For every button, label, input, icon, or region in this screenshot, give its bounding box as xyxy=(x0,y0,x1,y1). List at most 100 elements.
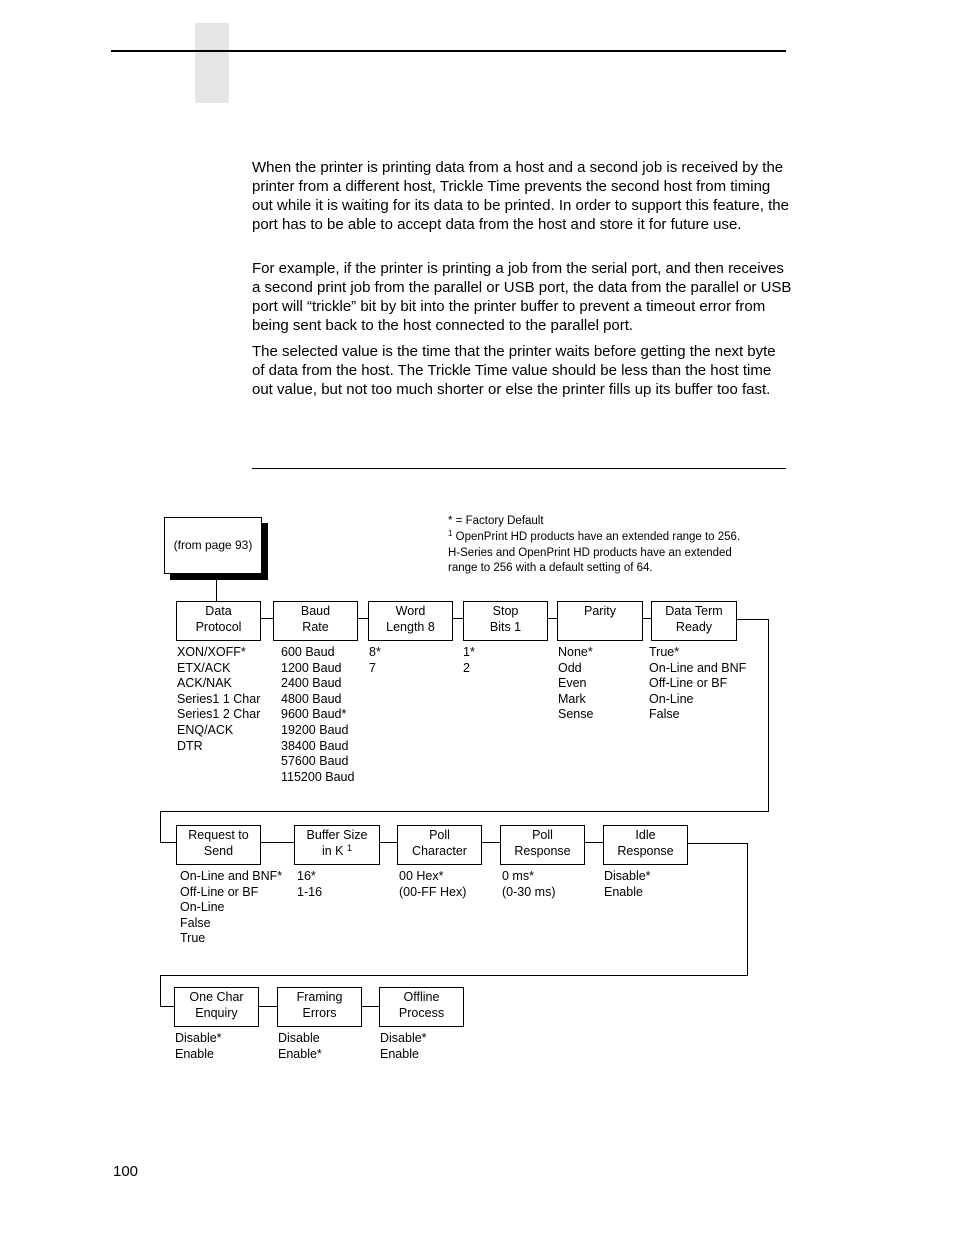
menu-box-poll-character: Poll Character xyxy=(397,825,482,865)
menu-box-data-protocol: Data Protocol xyxy=(176,601,261,641)
option-item: Disable xyxy=(278,1031,320,1045)
option-item: 1200 Baud xyxy=(281,660,342,675)
option-item: Enable* xyxy=(278,1046,322,1061)
menu-box-title: Send xyxy=(203,843,234,858)
option-item: 4800 Baud xyxy=(281,691,342,706)
option-item: 2400 Baud xyxy=(281,676,342,691)
menu-box-title: Length 8 xyxy=(386,619,435,634)
menu-box-title: Word xyxy=(395,604,426,618)
option-item: Series1 2 Char xyxy=(177,707,261,722)
options-data-term-ready: True* On-Line and BNF Off-Line or BF On-… xyxy=(649,645,746,723)
options-stop-bits: 1* 2 xyxy=(463,645,475,676)
menu-box-request-to-send: Request to Send xyxy=(176,825,261,865)
menu-box-buffer-size: Buffer Size in K 1 xyxy=(294,825,380,865)
menu-box-one-char-enquiry: One Char Enquiry xyxy=(174,987,259,1027)
option-item: Series1 1 Char xyxy=(177,691,261,706)
connector-line xyxy=(380,842,397,843)
footnote-1: 1 OpenPrint HD products have an extended… xyxy=(448,528,778,546)
menu-box-title: Data xyxy=(205,604,232,618)
menu-box-data-term-ready: Data Term Ready xyxy=(651,601,737,641)
option-item: ACK/NAK xyxy=(177,676,232,691)
from-page-box: (from page 93) xyxy=(164,517,262,574)
option-item: 57600 Baud xyxy=(281,754,349,769)
option-item: 9600 Baud* xyxy=(281,707,347,722)
option-item: 600 Baud xyxy=(281,645,335,659)
paragraph-trickle-value: The selected value is the time that the … xyxy=(252,343,776,398)
menu-box-title: Rate xyxy=(302,619,329,634)
menu-box-word-length: Word Length 8 xyxy=(368,601,453,641)
footnote-line: OpenPrint HD products have an extended r… xyxy=(455,530,741,543)
menu-box-title: Bits 1 xyxy=(489,619,522,634)
menu-box-title: Idle xyxy=(635,828,656,842)
menu-box-title: Offline xyxy=(403,990,440,1004)
menu-box-parity: Parity xyxy=(557,601,643,641)
paragraph-trickle-intro: When the printer is printing data from a… xyxy=(252,159,789,233)
section-rule xyxy=(252,468,786,469)
connector-line xyxy=(687,843,748,844)
options-buffer-size: 16* 1-16 xyxy=(297,869,322,900)
menu-box-offline-process: Offline Process xyxy=(379,987,464,1027)
option-item: Enable xyxy=(380,1046,419,1061)
option-item: 115200 Baud xyxy=(281,769,355,784)
options-baud-rate: 600 Baud 1200 Baud 2400 Baud 4800 Baud 9… xyxy=(281,645,354,785)
option-item: 1* xyxy=(463,645,475,659)
option-item: 16* xyxy=(297,869,316,883)
menu-box-title: Request to xyxy=(188,828,249,842)
option-item: None* xyxy=(558,645,593,659)
menu-box-title: Buffer Size xyxy=(306,828,368,842)
option-item: True* xyxy=(649,645,680,659)
footnote-mark: 1 xyxy=(347,842,353,853)
option-item: On-Line and BNF xyxy=(649,660,747,675)
menu-box-baud-rate: Baud Rate xyxy=(273,601,358,641)
option-item: 00 Hex* xyxy=(399,869,444,883)
options-poll-response: 0 ms* (0-30 ms) xyxy=(502,869,555,900)
menu-box-title: in K xyxy=(321,843,344,858)
option-item: On-Line xyxy=(649,691,694,706)
option-item: ENQ/ACK xyxy=(177,722,234,737)
options-poll-character: 00 Hex* (00-FF Hex) xyxy=(399,869,466,900)
connector-line xyxy=(481,842,500,843)
option-item: Even xyxy=(558,676,587,691)
options-idle-response: Disable* Enable xyxy=(604,869,651,900)
connector-line xyxy=(768,619,769,812)
option-item: False xyxy=(180,915,211,930)
connector-line xyxy=(160,975,748,976)
option-item: (00-FF Hex) xyxy=(399,884,467,899)
connector-line xyxy=(361,1006,379,1007)
connector-line xyxy=(160,811,161,843)
option-item: 2 xyxy=(463,660,470,675)
option-item: Off-Line or BF xyxy=(180,884,259,899)
footnote-line: range to 256 with a default setting of 6… xyxy=(448,562,653,575)
menu-box-title: Errors xyxy=(302,1005,337,1020)
menu-box-title: Stop xyxy=(492,604,519,618)
option-item: Disable* xyxy=(175,1031,222,1045)
option-item: Mark xyxy=(558,691,586,706)
options-one-char-enquiry: Disable* Enable xyxy=(175,1031,222,1062)
connector-line xyxy=(747,843,748,976)
menu-box-stop-bits: Stop Bits 1 xyxy=(463,601,548,641)
connector-line xyxy=(160,1006,174,1007)
menu-box-framing-errors: Framing Errors xyxy=(277,987,362,1027)
factory-default-legend: * = Factory Default xyxy=(448,515,544,527)
menu-box-title: Parity xyxy=(584,604,616,618)
menu-box-title: Process xyxy=(398,1005,445,1020)
menu-box-poll-response: Poll Response xyxy=(500,825,585,865)
option-item: Odd xyxy=(558,660,582,675)
menu-box-title: Protocol xyxy=(195,619,242,634)
connector-line xyxy=(160,811,769,812)
option-item: Enable xyxy=(175,1046,214,1061)
option-item: 19200 Baud xyxy=(281,722,349,737)
option-item: DTR xyxy=(177,738,203,753)
menu-box-title: Ready xyxy=(675,619,713,634)
connector-line xyxy=(258,1006,277,1007)
option-item: Disable* xyxy=(604,869,651,883)
connector-line xyxy=(642,618,651,619)
option-item: ETX/ACK xyxy=(177,660,231,675)
menu-box-idle-response: Idle Response xyxy=(603,825,688,865)
menu-box-title: One Char xyxy=(189,990,244,1004)
menu-box-title: Enquiry xyxy=(195,1005,238,1020)
page-number: 100 xyxy=(113,1163,139,1180)
option-item: Enable xyxy=(604,884,643,899)
footnote-mark: 1 xyxy=(448,528,453,538)
paragraph-trickle-example: For example, if the printer is printing … xyxy=(252,260,792,334)
